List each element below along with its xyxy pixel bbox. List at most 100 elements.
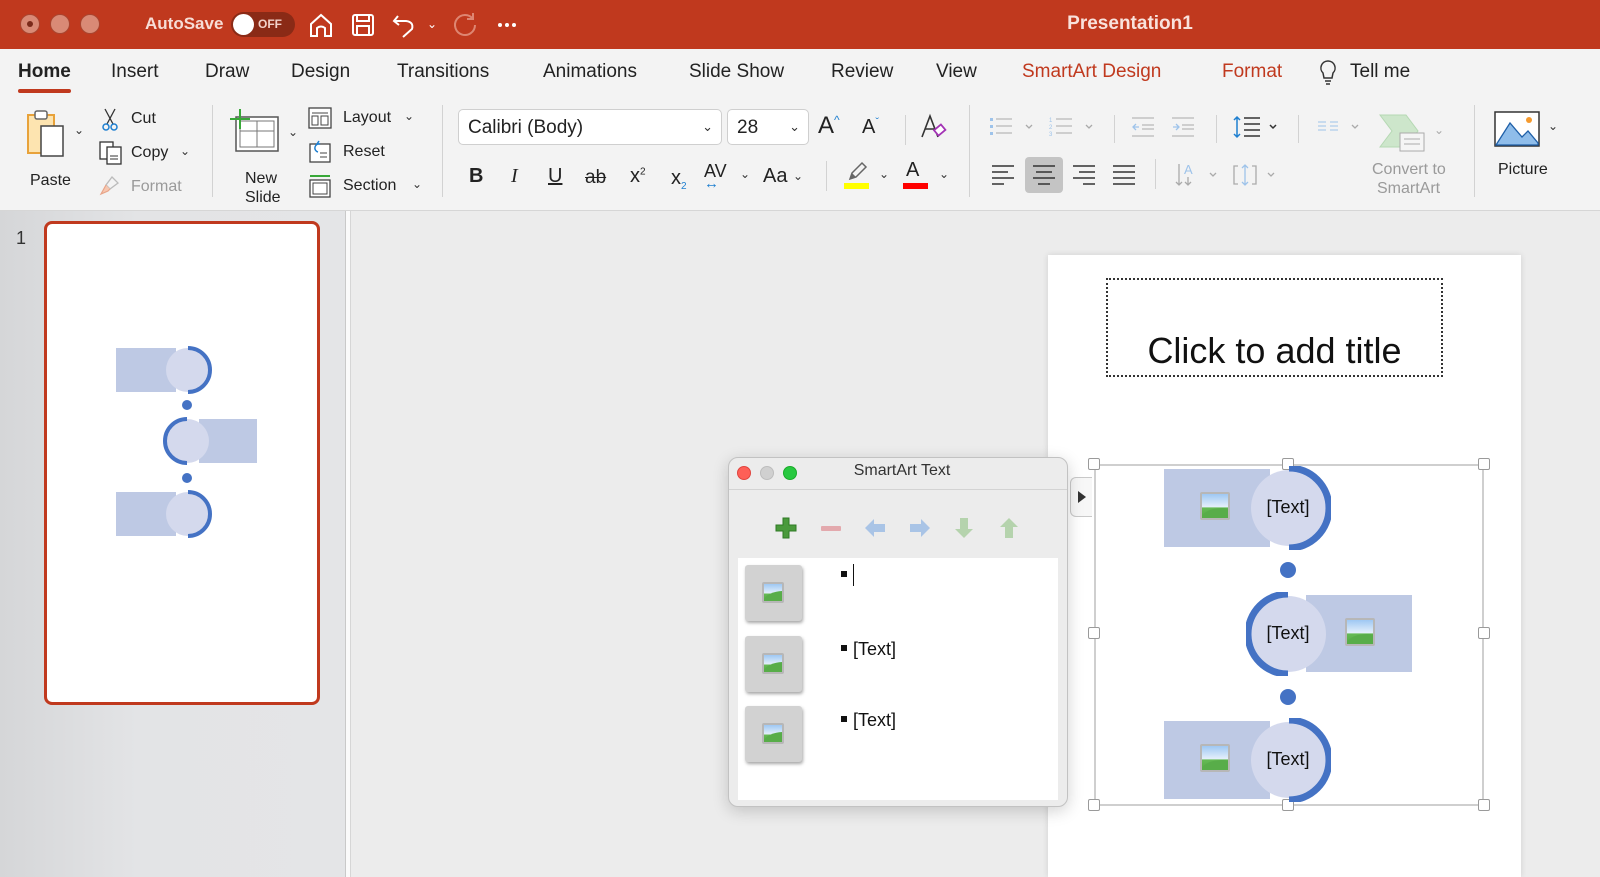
resize-handle-bottom-right[interactable] [1478,799,1490,811]
convert-to-smartart-button[interactable]: ⌄ Convert to SmartArt [1368,107,1464,201]
tab-design[interactable]: Design [291,61,350,83]
text-pane-item[interactable]: [Text] [841,639,896,660]
smartart-text-node[interactable]: [Text] [1248,593,1328,673]
resize-handle-top-right[interactable] [1478,458,1490,470]
ribbon-separator [212,105,213,197]
character-spacing-button[interactable]: AV ↔ ⌄ [704,161,754,195]
picture-icon [1494,111,1540,147]
font-color-button[interactable]: A ⌄ [903,159,955,191]
new-slide-button[interactable]: ⌄ New Slide [228,105,300,206]
layout-icon [308,107,332,129]
tab-slide-show[interactable]: Slide Show [689,61,784,83]
tab-home[interactable]: Home [18,61,71,93]
smartart-text-node[interactable]: [Text] [1248,719,1328,799]
picture-placeholder-button[interactable] [745,706,802,762]
smartart-text-node[interactable]: [Text] [1248,467,1328,547]
cut-button[interactable]: Cut [98,107,188,131]
chevron-down-icon: ⌄ [740,167,751,181]
resize-handle-right[interactable] [1478,627,1490,639]
picture-placeholder-button[interactable] [745,636,802,692]
tab-insert[interactable]: Insert [111,61,159,83]
reset-button[interactable]: Reset [308,140,398,164]
ribbon-separator [905,115,906,145]
insert-picture-icon[interactable] [1200,492,1230,520]
insert-picture-icon[interactable] [1200,744,1230,772]
align-text-button[interactable] [1232,161,1282,189]
bold-button[interactable]: B [469,165,483,188]
align-center-button[interactable] [1031,163,1057,187]
tab-smartart-design[interactable]: SmartArt Design [1022,61,1161,83]
chevron-down-icon: ⌄ [1434,123,1445,137]
pane-title-bar[interactable]: SmartArt Text [729,458,1067,490]
tab-format[interactable]: Format [1222,61,1282,83]
picture-button[interactable]: ⌄ Picture [1490,107,1600,187]
section-dropdown-icon[interactable]: ⌄ [412,177,422,191]
section-button[interactable]: Section ⌄ [308,174,428,198]
layout-button[interactable]: Layout ⌄ [308,107,418,131]
decrease-indent-button[interactable] [1130,115,1158,139]
pane-splitter[interactable] [345,211,351,877]
convert-label-1: Convert to [1372,161,1446,178]
format-painter-button[interactable]: Format [98,174,198,200]
increase-indent-button[interactable] [1170,115,1198,139]
slide-thumbnail[interactable] [44,221,320,705]
grow-font-button[interactable]: A^ [818,112,840,140]
layout-dropdown-icon[interactable]: ⌄ [404,109,414,123]
resize-handle-bottom-left[interactable] [1088,799,1100,811]
font-name-dropdown[interactable]: Calibri (Body) ⌄ [458,109,722,145]
picture-icon [762,723,784,744]
tab-review[interactable]: Review [831,61,893,83]
align-left-button[interactable] [990,163,1016,187]
copy-button[interactable]: Copy ⌄ [98,140,198,166]
text-pane-toggle-button[interactable] [1070,477,1092,517]
text-pane-item[interactable] [841,564,854,586]
picture-placeholder-button[interactable] [745,565,802,621]
chevron-down-icon: ⌄ [939,167,950,181]
convert-label-2: SmartArt [1377,180,1441,197]
item-text: [Text] [853,639,897,659]
paste-dropdown-icon[interactable]: ⌄ [74,123,84,137]
resize-handle-left[interactable] [1088,627,1100,639]
text-pane-item[interactable]: [Text] [841,710,896,731]
text-pane-list[interactable]: [Text] [Text] [738,558,1058,800]
copy-dropdown-icon[interactable]: ⌄ [180,144,190,158]
highlight-color-button[interactable]: ⌄ [844,161,896,193]
line-spacing-button[interactable] [1232,113,1284,141]
bullets-button[interactable] [988,115,1036,139]
tell-me-search[interactable]: Tell me [1350,61,1410,83]
title-placeholder[interactable]: Click to add title [1106,278,1443,377]
format-painter-label: Format [131,178,182,195]
tab-view[interactable]: View [936,61,977,83]
picture-icon [762,582,784,603]
svg-text:1: 1 [1049,118,1053,124]
add-icon[interactable] [774,516,798,540]
shrink-font-button[interactable]: Aˇ [862,116,879,139]
subscript-button[interactable]: x2 [671,167,687,192]
superscript-button[interactable]: x2 [630,165,646,188]
italic-button[interactable]: I [511,165,518,188]
tab-draw[interactable]: Draw [205,61,249,83]
change-case-button[interactable]: Aa ⌄ [763,165,813,191]
tab-transitions[interactable]: Transitions [397,61,489,83]
font-size-dropdown[interactable]: 28 ⌄ [727,109,809,145]
resize-handle-top-left[interactable] [1088,458,1100,470]
ribbon-separator [1474,105,1475,197]
clear-formatting-icon[interactable] [918,113,948,141]
new-slide-dropdown-icon[interactable]: ⌄ [288,125,298,139]
strikethrough-button[interactable]: ab [585,167,606,189]
columns-button[interactable] [1316,115,1364,139]
picture-dropdown-icon[interactable]: ⌄ [1548,119,1558,133]
new-slide-icon [230,109,279,152]
align-right-button[interactable] [1071,163,1097,187]
font-name-value: Calibri (Body) [468,117,584,138]
new-slide-label-1: New [245,170,278,187]
insert-picture-icon[interactable] [1345,618,1375,646]
numbering-button[interactable]: 123 [1048,115,1096,139]
paste-button[interactable]: ⌄ Paste [22,107,84,189]
justify-button[interactable] [1111,163,1137,187]
tab-animations[interactable]: Animations [543,61,637,83]
section-label: Section [343,177,397,194]
remove-icon [821,526,841,531]
underline-button[interactable]: U [548,165,562,188]
text-direction-button[interactable]: A [1174,161,1224,189]
